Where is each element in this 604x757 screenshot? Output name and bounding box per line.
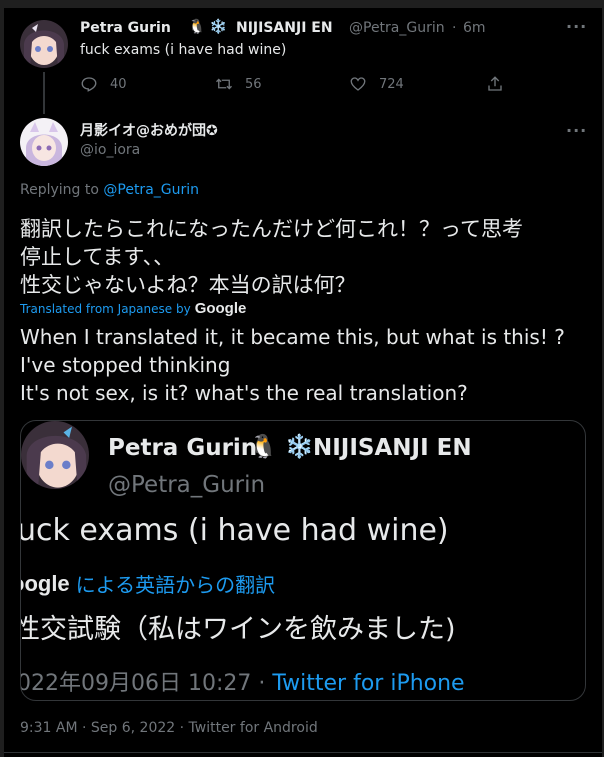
window-left-edge — [0, 0, 4, 757]
parent-more-icon[interactable]: ··· — [566, 17, 587, 36]
main-more-icon[interactable]: ··· — [566, 121, 587, 140]
heart-icon — [350, 77, 366, 91]
parent-separator: · — [452, 20, 457, 36]
card-badge-emojis: 🐧 ❄️ — [249, 434, 314, 460]
attached-image-card[interactable]: Petra Gurin 🐧 ❄️ NIJISANJI EN @Petra_Gur… — [20, 420, 586, 701]
thread-connector — [43, 72, 45, 114]
retweet-button[interactable]: 56 — [215, 74, 262, 94]
google-logo: Google — [194, 300, 247, 317]
tweet-text-line: 性交じゃないよね？本当の訳は何？ — [20, 273, 356, 297]
card-translated-label: による英語からの翻訳 — [75, 573, 276, 597]
parent-badge-emojis: 🐧 ❄️ — [188, 19, 228, 35]
window-top-edge — [0, 0, 604, 8]
tweet-text-line: 停止してます、、 — [20, 245, 175, 269]
share-button[interactable] — [486, 74, 504, 94]
main-handle[interactable]: @io_iora — [80, 142, 140, 158]
replying-handle-link[interactable]: @Petra_Gurin — [103, 182, 199, 198]
card-date: 022年09月06日 10:27 · — [20, 671, 273, 696]
like-count: 724 — [379, 76, 404, 92]
main-avatar[interactable] — [20, 118, 68, 166]
card-tweet-text: uck exams (i have had wine) — [20, 513, 449, 548]
retweet-icon — [216, 78, 232, 90]
parent-timestamp[interactable]: 6m — [463, 20, 486, 36]
tweet-meta-footer: 9:31 AM · Sep 6, 2022 · Twitter for Andr… — [20, 720, 318, 736]
card-handle: @Petra_Gurin — [108, 472, 266, 498]
main-tweet-text: 翻訳したらこれになったんだけど何これ！？って思考 停止してます、、 性交じゃない… — [20, 215, 590, 299]
parent-handle[interactable]: @Petra_Gurin — [349, 20, 445, 36]
card-translated-by: oogle による英語からの翻訳 — [21, 569, 276, 598]
replying-prefix: Replying to — [20, 182, 104, 198]
parent-tweet-text: fuck exams (i have had wine) — [80, 42, 287, 58]
tweet-text-line: 翻訳したらこれになったんだけど何これ！？って思考 — [20, 217, 523, 241]
translation-text: When I translated it, it became this, bu… — [20, 323, 590, 407]
replying-to: Replying to @Petra_Gurin — [20, 182, 199, 198]
tweet-screen: Petra Gurin 🐧 ❄️ NIJISANJI EN @Petra_Gur… — [0, 0, 604, 757]
share-icon — [488, 76, 502, 91]
card-avatar — [21, 421, 89, 489]
card-meta: 022年09月06日 10:27 · Twitter for iPhone — [20, 665, 465, 697]
translation-line: I've stopped thinking — [20, 353, 231, 377]
like-button[interactable]: 724 — [349, 74, 404, 94]
card-display-name: Petra Gurin — [108, 435, 258, 461]
translated-by-link[interactable]: Translated from Japanese by Google — [20, 300, 246, 317]
parent-display-name[interactable]: Petra Gurin — [80, 20, 171, 36]
reply-button[interactable]: 40 — [80, 74, 127, 94]
divider — [4, 752, 602, 753]
card-google-logo: oogle — [21, 570, 70, 596]
card-source: Twitter for iPhone — [272, 671, 465, 696]
translated-label: Translated from Japanese by — [20, 301, 191, 316]
retweet-count: 56 — [245, 76, 262, 92]
card-translation-text: 性交試験（私はワインを飲みました) — [20, 614, 456, 645]
parent-org-name[interactable]: NIJISANJI EN — [236, 20, 333, 36]
reply-icon — [81, 77, 97, 92]
card-org-name: NIJISANJI EN — [313, 435, 472, 461]
translation-line: When I translated it, it became this, bu… — [20, 325, 565, 349]
reply-count: 40 — [110, 76, 127, 92]
parent-avatar[interactable] — [20, 20, 68, 68]
translation-line: It's not sex, is it? what's the real tra… — [20, 381, 468, 405]
main-display-name[interactable]: 月影イオ@おめが団✪ — [80, 120, 218, 140]
